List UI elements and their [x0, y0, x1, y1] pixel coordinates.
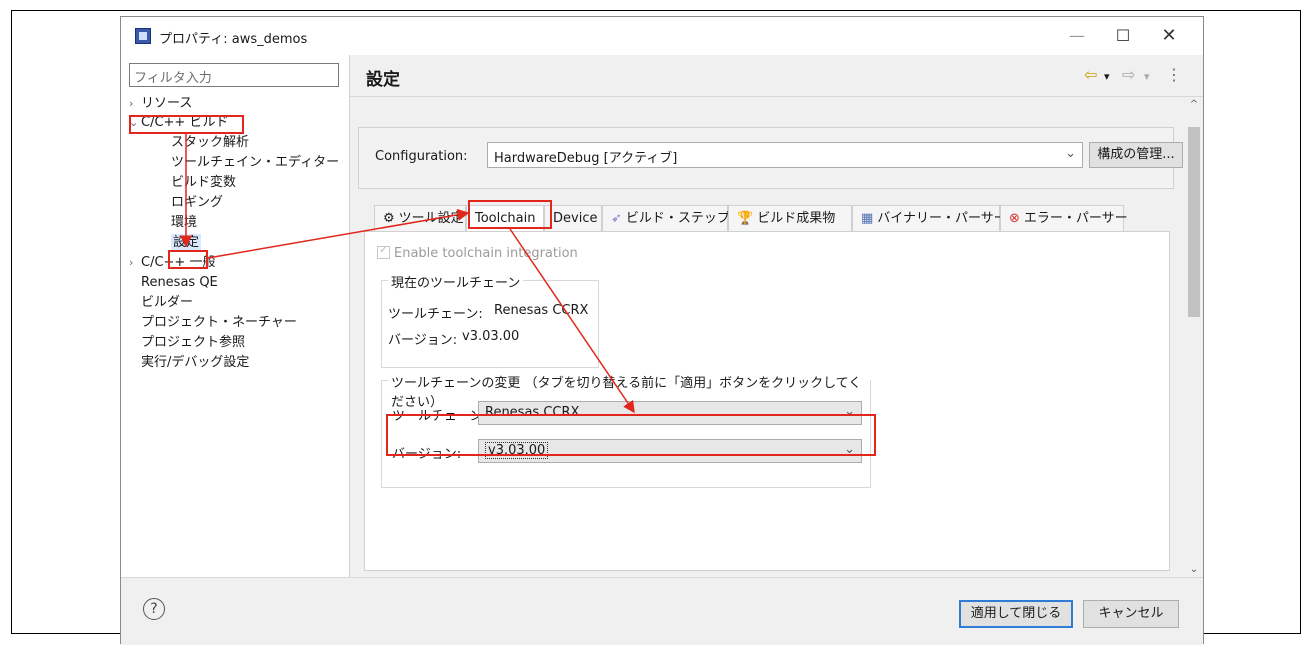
- maximize-button[interactable]: ☐: [1101, 23, 1145, 49]
- build-steps-icon: ➶: [611, 211, 622, 226]
- checkbox-icon: [377, 243, 390, 259]
- forward-arrow-icon[interactable]: ⇨: [1122, 67, 1135, 83]
- current-version-label: バージョン:: [388, 333, 458, 348]
- toolchain-select[interactable]: Renesas CCRX ⌄: [478, 401, 862, 425]
- tree-item-settings[interactable]: 設定: [171, 234, 202, 252]
- tree-item-run-debug-settings[interactable]: 実行/デバッグ設定: [141, 354, 249, 372]
- apply-and-close-button[interactable]: 適用して閉じる: [959, 600, 1073, 628]
- tree-item-project-references[interactable]: プロジェクト参照: [141, 334, 245, 352]
- help-icon[interactable]: ?: [143, 598, 165, 620]
- tree-item-toolchain-editor[interactable]: ツールチェイン・エディター: [171, 154, 339, 172]
- chevron-right-icon[interactable]: ›: [129, 254, 141, 272]
- error-icon: ⊗: [1009, 211, 1020, 226]
- forward-dropdown-icon[interactable]: ▾: [1144, 69, 1150, 85]
- configuration-box: Configuration: HardwareDebug [アクティブ] ⌄ 構…: [358, 127, 1183, 189]
- tree-item-environment[interactable]: 環境: [171, 214, 197, 232]
- left-pane: フィルタ入力 › リソース ⌄ C/C++ ビルド スタック解析 ツールチェイン・エ…: [121, 55, 349, 577]
- chevron-right-icon[interactable]: ›: [129, 95, 141, 113]
- tab-build-steps[interactable]: ➶ ビルド・ステップ: [602, 205, 730, 231]
- tool-settings-icon: ⚙: [383, 211, 395, 226]
- tab-toolchain[interactable]: Toolchain: [466, 205, 544, 232]
- tree-item-label: C/C++ ビルド: [141, 115, 229, 130]
- toolchain-panel: Enable toolchain integration 現在のツールチェーン …: [364, 231, 1170, 571]
- page-title: 設定: [366, 70, 400, 90]
- vertical-scrollbar[interactable]: ^ ⌄: [1185, 97, 1203, 577]
- tree-item-project-natures[interactable]: プロジェクト・ネーチャー: [141, 314, 297, 332]
- tab-label: バイナリー・パーサー: [877, 211, 1007, 226]
- current-version-value: v3.03.00: [462, 329, 520, 344]
- title-bar: プロパティ: aws_demos — ☐ ✕: [121, 17, 1203, 55]
- tab-label: ツール設定: [398, 211, 464, 226]
- tab-label: エラー・パーサー: [1023, 211, 1128, 226]
- current-toolchain-value: Renesas CCRX: [494, 303, 589, 318]
- button-bar: ? 適用して閉じる キャンセル: [121, 577, 1203, 645]
- chevron-down-icon[interactable]: ⌄: [129, 114, 141, 132]
- window-title: プロパティ: aws_demos: [159, 32, 308, 47]
- scroll-up-icon[interactable]: ^: [1185, 99, 1203, 110]
- configuration-value: HardwareDebug [アクティブ]: [494, 151, 678, 166]
- current-toolchain-group: 現在のツールチェーン ツールチェーン: Renesas CCRX バージョン: …: [381, 272, 599, 368]
- current-toolchain-legend: 現在のツールチェーン: [388, 272, 524, 291]
- tab-label: ビルド成果物: [757, 211, 836, 226]
- tree-item-label: リソース: [141, 96, 193, 111]
- page-header: 設定 ⇦ ▾ ⇨ ▾ ⋮: [350, 55, 1203, 97]
- change-toolchain-group: ツールチェーンの変更 （タブを切り替える前に「適用」ボタンをクリックしてください…: [381, 372, 871, 488]
- tree-item-cc-build[interactable]: ⌄ C/C++ ビルド: [129, 114, 228, 132]
- version-select-value: v3.03.00: [485, 442, 549, 459]
- manage-configurations-button[interactable]: 構成の管理...: [1089, 142, 1183, 168]
- tree-item-renesas-qe[interactable]: Renesas QE: [141, 274, 218, 292]
- tree-item-label: C/C++ 一般: [141, 255, 216, 270]
- tree-item-cc-general[interactable]: › C/C++ 一般: [129, 254, 215, 272]
- enable-toolchain-label: Enable toolchain integration: [394, 246, 578, 261]
- filter-input[interactable]: フィルタ入力: [129, 63, 339, 87]
- version-select[interactable]: v3.03.00 ⌄: [478, 439, 862, 463]
- settings-content: Configuration: HardwareDebug [アクティブ] ⌄ 構…: [350, 97, 1184, 577]
- app-icon: [135, 28, 151, 44]
- configuration-select[interactable]: HardwareDebug [アクティブ] ⌄: [487, 142, 1083, 168]
- chevron-down-icon: ⌄: [844, 404, 855, 419]
- toolchain-select-value: Renesas CCRX: [485, 405, 580, 420]
- scroll-down-icon[interactable]: ⌄: [1185, 564, 1203, 575]
- minimize-button[interactable]: —: [1055, 23, 1099, 49]
- trophy-icon: 🏆: [737, 211, 754, 226]
- tab-error-parsers[interactable]: ⊗ エラー・パーサー: [1000, 205, 1128, 231]
- change-version-label: バージョン:: [392, 447, 462, 462]
- chevron-down-icon: ⌄: [1065, 146, 1076, 161]
- tree-item-build-variables[interactable]: ビルド変数: [171, 174, 236, 192]
- back-dropdown-icon[interactable]: ▾: [1104, 69, 1110, 85]
- properties-dialog: プロパティ: aws_demos — ☐ ✕ フィルタ入力 › リソース ⌄ C/C…: [120, 16, 1204, 645]
- tree-item-builders[interactable]: ビルダー: [141, 294, 193, 312]
- tree-item-resources[interactable]: › リソース: [129, 95, 192, 113]
- view-menu-icon[interactable]: ⋮: [1166, 67, 1182, 83]
- tab-binary-parsers[interactable]: ▦ バイナリー・パーサー: [852, 205, 1007, 231]
- binary-icon: ▦: [861, 211, 874, 226]
- cancel-button[interactable]: キャンセル: [1083, 600, 1179, 628]
- tree-item-stack-analysis[interactable]: スタック解析: [171, 134, 249, 152]
- enable-toolchain-checkbox[interactable]: Enable toolchain integration: [377, 243, 578, 261]
- configuration-label: Configuration:: [375, 149, 468, 164]
- current-toolchain-label: ツールチェーン:: [388, 307, 483, 322]
- tab-tool-settings[interactable]: ⚙ ツール設定: [374, 205, 466, 231]
- change-toolchain-label: ツールチェーン:: [392, 409, 487, 424]
- tree-item-logging[interactable]: ロギング: [171, 194, 223, 212]
- tab-label: ビルド・ステップ: [625, 211, 730, 226]
- tab-device[interactable]: Device: [544, 205, 602, 231]
- tab-build-artifact[interactable]: 🏆 ビルド成果物: [728, 205, 852, 231]
- chevron-down-icon: ⌄: [844, 442, 855, 457]
- back-arrow-icon[interactable]: ⇦: [1084, 67, 1097, 83]
- right-pane: 設定 ⇦ ▾ ⇨ ▾ ⋮ Configuration: HardwareDebu…: [349, 55, 1203, 577]
- scroll-thumb[interactable]: [1188, 127, 1200, 317]
- close-button[interactable]: ✕: [1147, 23, 1191, 49]
